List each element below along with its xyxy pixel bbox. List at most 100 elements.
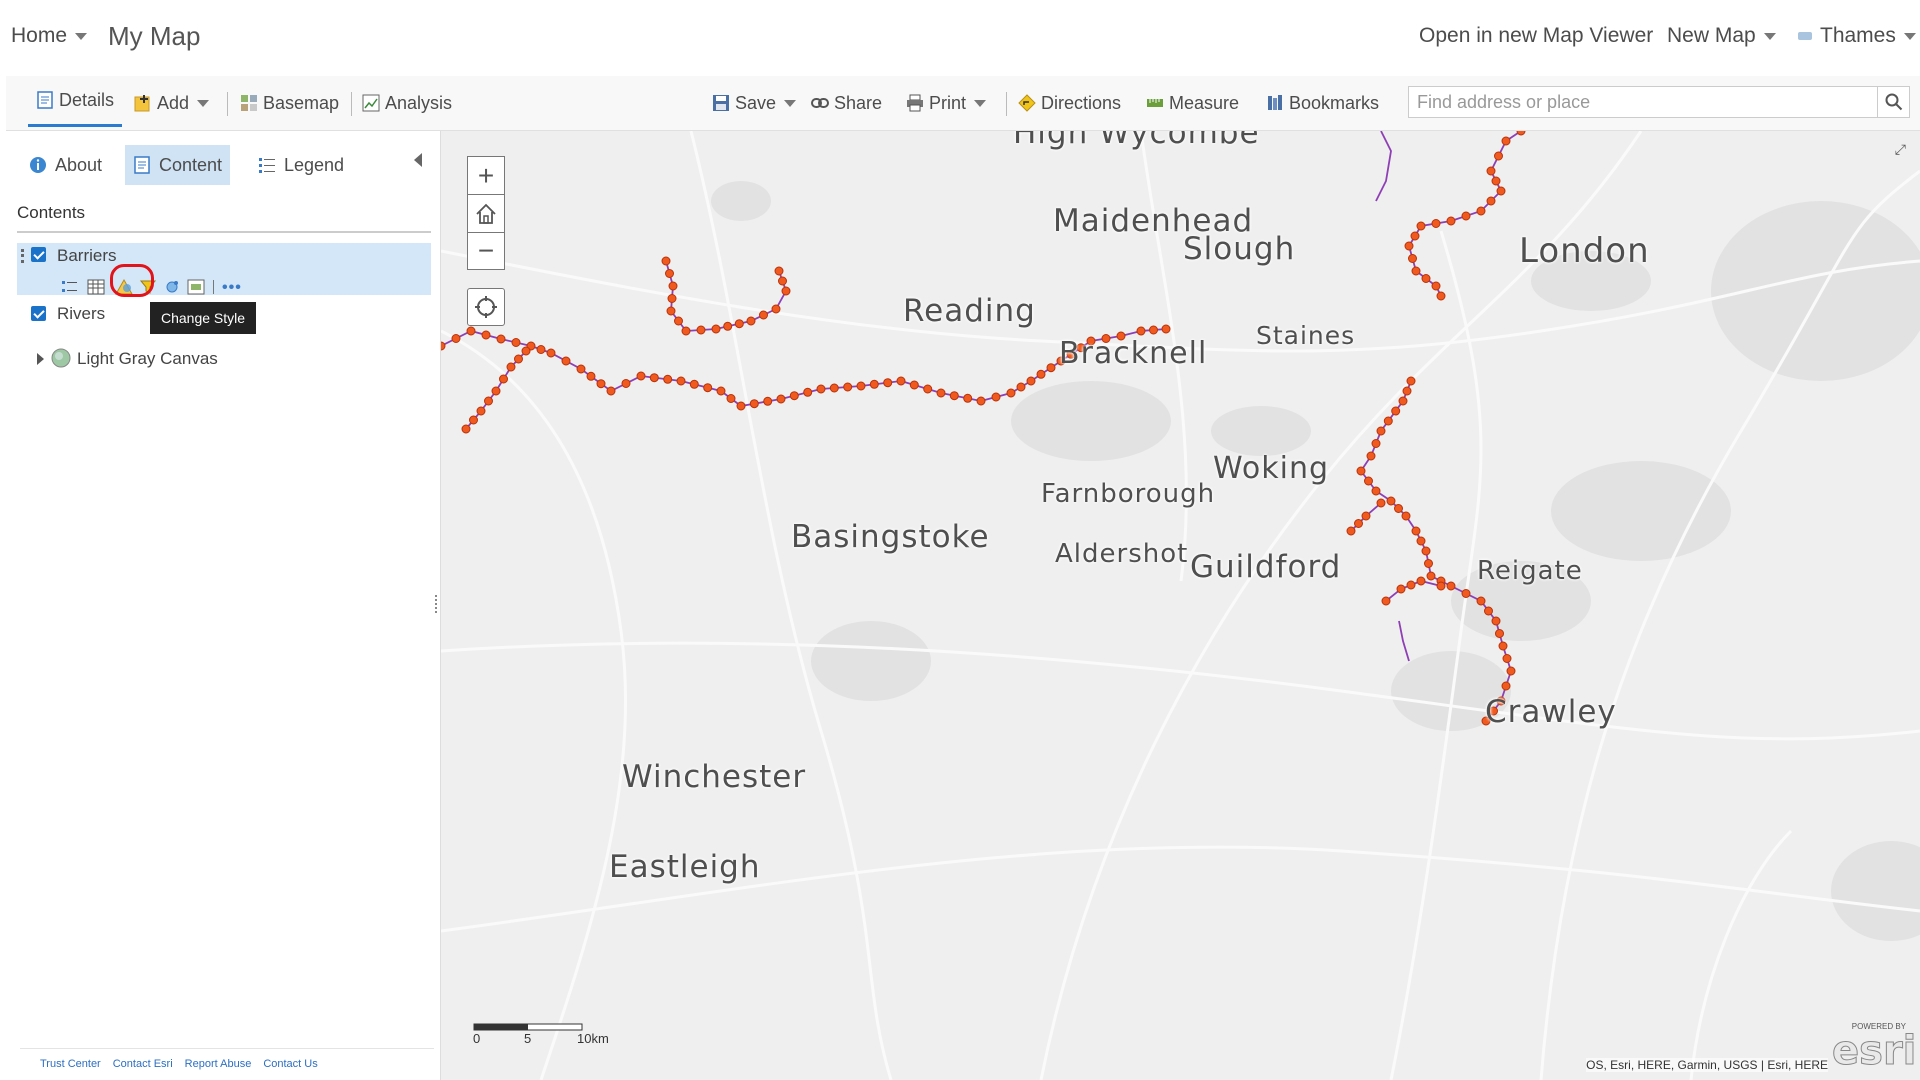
barrier-point[interactable] <box>1496 186 1506 196</box>
barrier-point[interactable] <box>1366 451 1376 461</box>
footer-link-contact-us[interactable]: Contact Us <box>263 1058 317 1070</box>
barrier-point[interactable] <box>803 387 813 397</box>
barrier-point[interactable] <box>1401 511 1411 521</box>
bookmarks-button[interactable]: Bookmarks <box>1266 76 1379 130</box>
barrier-point[interactable] <box>1411 266 1421 276</box>
barrier-point[interactable] <box>606 386 616 396</box>
barrier-point[interactable] <box>723 321 733 331</box>
barrier-point[interactable] <box>1486 196 1496 206</box>
basemap-button[interactable]: Basemap <box>240 76 339 130</box>
analysis-button[interactable]: Analysis <box>362 76 452 130</box>
save-button[interactable]: Save <box>712 76 797 130</box>
barrier-point[interactable] <box>716 386 726 396</box>
user-menu[interactable]: Thames <box>1798 24 1916 48</box>
barrier-point[interactable] <box>484 396 493 406</box>
barrier-point[interactable] <box>1494 151 1503 161</box>
barrier-point[interactable] <box>521 346 531 356</box>
barrier-point[interactable] <box>1495 629 1504 638</box>
search-button[interactable] <box>1878 86 1910 118</box>
barrier-point[interactable] <box>586 371 596 381</box>
directions-button[interactable]: Directions <box>1018 76 1121 130</box>
tab-legend[interactable]: Legend <box>250 145 352 185</box>
footer-link-trust-center[interactable]: Trust Center <box>40 1058 101 1070</box>
barrier-point[interactable] <box>466 326 476 336</box>
barrier-point[interactable] <box>1402 386 1412 396</box>
barrier-point[interactable] <box>1461 589 1471 598</box>
barrier-point[interactable] <box>1501 136 1511 146</box>
home-extent-button[interactable] <box>467 194 505 232</box>
barrier-point[interactable] <box>1346 526 1356 536</box>
barrier-point[interactable] <box>1411 526 1421 536</box>
barrier-point[interactable] <box>1364 476 1373 486</box>
barrier-point[interactable] <box>746 316 756 326</box>
barrier-point[interactable] <box>1491 616 1501 626</box>
barrier-point[interactable] <box>1149 325 1158 335</box>
barrier-point[interactable] <box>1476 596 1486 606</box>
barrier-point[interactable] <box>441 341 446 351</box>
barrier-point[interactable] <box>666 306 676 316</box>
expand-triangle-icon[interactable] <box>37 353 44 365</box>
barrier-point[interactable] <box>1356 466 1366 476</box>
barrier-point[interactable] <box>506 362 516 372</box>
barrier-point[interactable] <box>703 383 713 393</box>
share-button[interactable]: Share <box>811 76 882 130</box>
layer-checkbox-rivers[interactable] <box>31 306 46 321</box>
barrier-point[interactable] <box>1006 388 1016 398</box>
zoom-out-button[interactable]: − <box>467 232 505 270</box>
barrier-point[interactable] <box>1396 584 1406 594</box>
barrier-point[interactable] <box>469 415 478 425</box>
barrier-point[interactable] <box>1498 641 1508 651</box>
perform-analysis-icon[interactable] <box>163 279 181 295</box>
barrier-point[interactable] <box>1431 281 1441 291</box>
barrier-point[interactable] <box>1436 291 1446 301</box>
details-button[interactable]: Details <box>28 76 123 127</box>
barrier-point[interactable] <box>778 276 787 286</box>
barrier-point[interactable] <box>1491 176 1501 186</box>
barrier-point[interactable] <box>1026 376 1036 386</box>
barrier-point[interactable] <box>667 294 677 303</box>
print-button[interactable]: Print <box>906 76 987 130</box>
barrier-point[interactable] <box>883 378 893 388</box>
barrier-point[interactable] <box>461 424 471 434</box>
barrier-point[interactable] <box>963 393 973 403</box>
barrier-point[interactable] <box>661 256 671 266</box>
barrier-point[interactable] <box>514 354 523 364</box>
barrier-point[interactable] <box>668 281 678 291</box>
barrier-point[interactable] <box>1416 576 1426 586</box>
barrier-point[interactable] <box>1410 231 1420 241</box>
barrier-point[interactable] <box>649 373 659 383</box>
barrier-point[interactable] <box>976 396 986 406</box>
barrier-point[interactable] <box>1046 363 1056 373</box>
barrier-point[interactable] <box>676 376 686 386</box>
barrier-point[interactable] <box>1354 519 1363 528</box>
barrier-point[interactable] <box>476 406 486 416</box>
barrier-point[interactable] <box>711 324 721 334</box>
barrier-point[interactable] <box>1381 596 1391 606</box>
barrier-point[interactable] <box>681 326 691 336</box>
barrier-point[interactable] <box>896 376 906 386</box>
open-new-map-viewer-link[interactable]: Open in new Map Viewer <box>1419 24 1653 48</box>
footer-link-report-abuse[interactable]: Report Abuse <box>185 1058 252 1070</box>
more-options-icon[interactable]: ••• <box>222 279 242 297</box>
barrier-point[interactable] <box>789 391 799 401</box>
barrier-point[interactable] <box>621 379 631 388</box>
barrier-point[interactable] <box>689 379 699 389</box>
barrier-point[interactable] <box>1476 206 1486 216</box>
barrier-point[interactable] <box>774 266 784 276</box>
barrier-point[interactable] <box>1376 426 1386 436</box>
barrier-point[interactable] <box>1016 382 1026 392</box>
barrier-point[interactable] <box>491 386 501 396</box>
barrier-point[interactable] <box>736 401 746 411</box>
barrier-point[interactable] <box>536 345 546 354</box>
footer-link-contact-esri[interactable]: Contact Esri <box>113 1058 173 1070</box>
barrier-point[interactable] <box>1416 221 1426 231</box>
table-icon[interactable] <box>87 279 105 295</box>
layer-checkbox-barriers[interactable] <box>31 247 46 262</box>
barrier-point[interactable] <box>1398 396 1408 406</box>
barrier-point[interactable] <box>1461 211 1471 221</box>
barrier-point[interactable] <box>1506 666 1516 676</box>
create-labels-icon[interactable] <box>187 279 205 295</box>
barrier-point[interactable] <box>909 380 919 390</box>
barrier-point[interactable] <box>1406 580 1416 590</box>
barrier-point[interactable] <box>749 399 759 409</box>
